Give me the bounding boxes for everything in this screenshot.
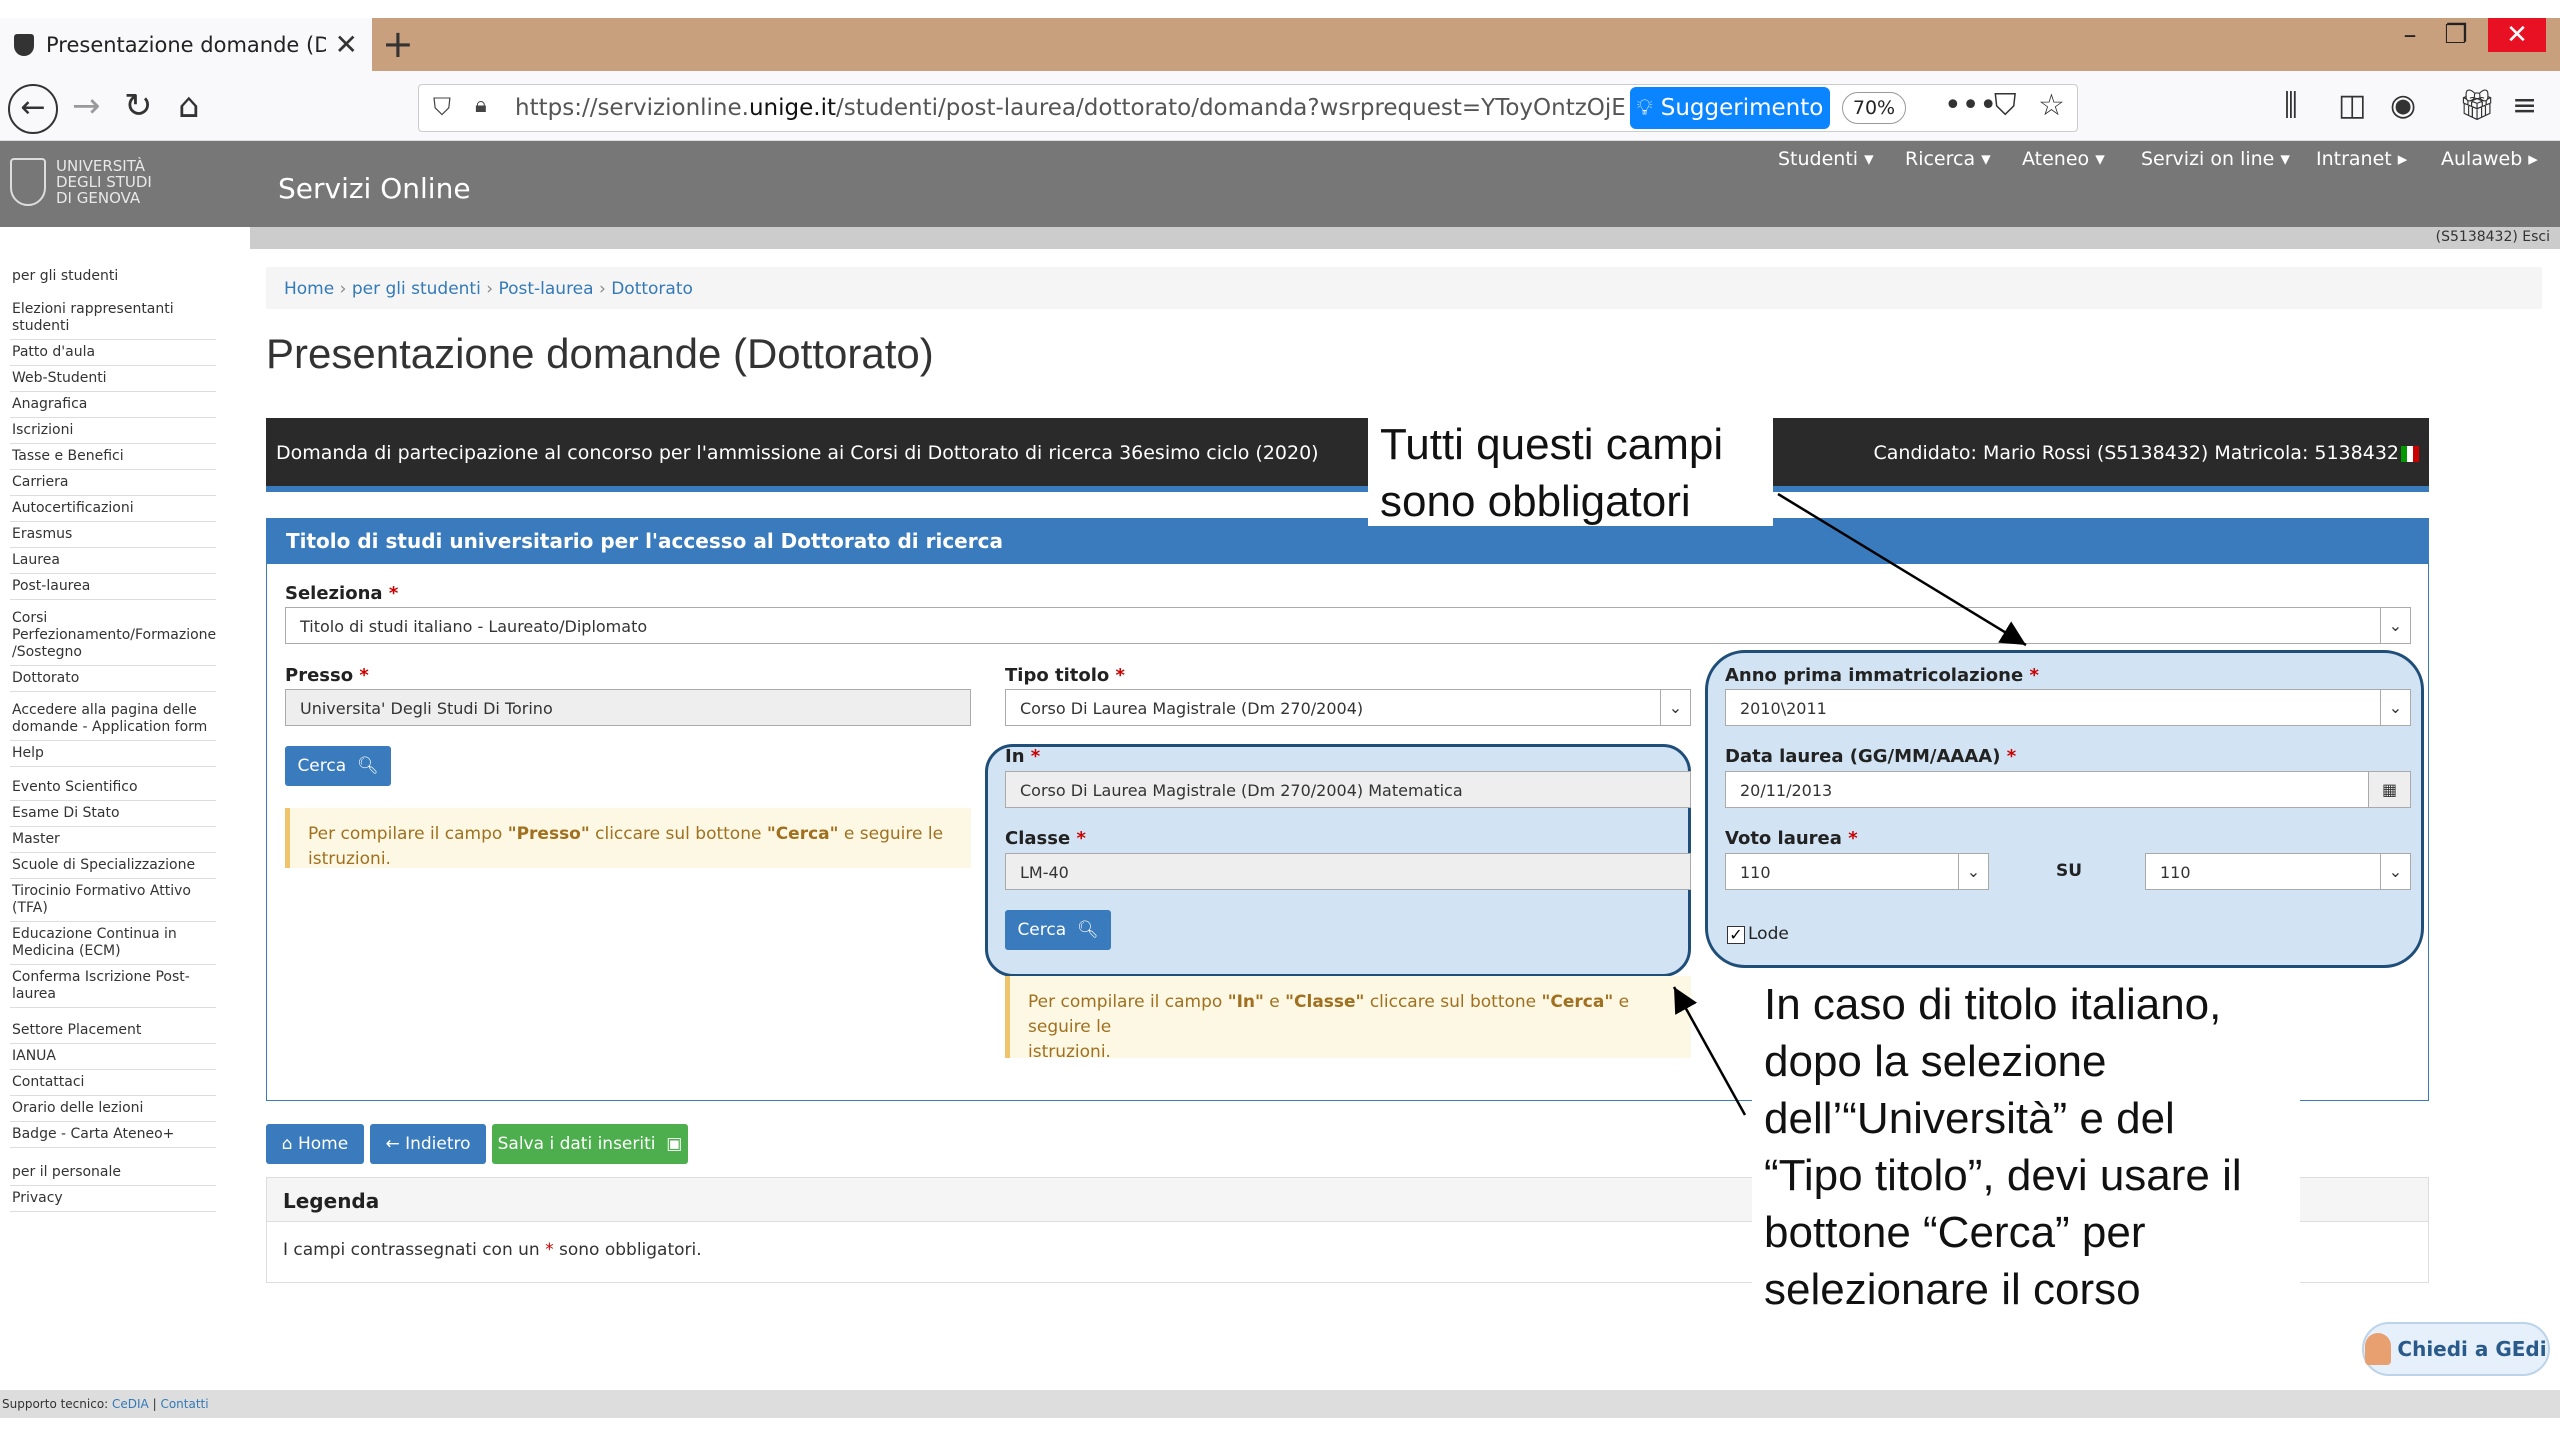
arrow-to-course-box (1672, 986, 1747, 1116)
chat-gedi-button[interactable]: Chiedi a GEdi (2362, 1322, 2550, 1376)
footer-link-contatti[interactable]: Contatti (160, 1397, 208, 1411)
footer-prefix: Supporto tecnico: (2, 1397, 113, 1411)
footer-link-cedia[interactable]: CeDIA (112, 1397, 149, 1411)
footer: Supporto tecnico: CeDIA | Contatti (0, 1390, 2560, 1418)
arrow-to-required-fields (1777, 492, 2027, 647)
page-bottom (0, 1418, 2560, 1440)
assistant-avatar-icon (2365, 1333, 2392, 1365)
callout-arrows (1672, 492, 2027, 1116)
